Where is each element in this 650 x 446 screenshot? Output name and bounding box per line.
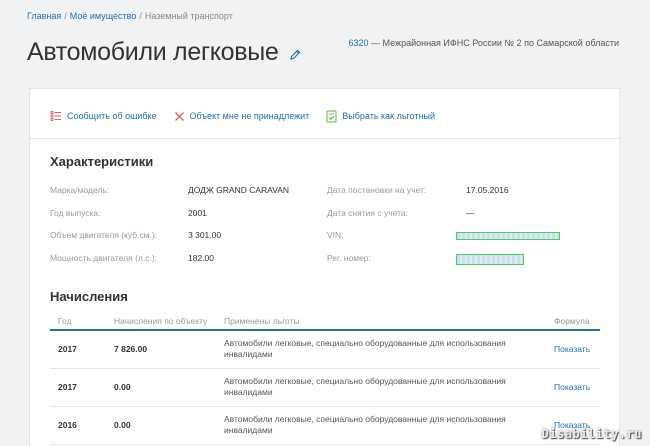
row-year: 2017 bbox=[50, 368, 106, 407]
breadcrumb-separator: / bbox=[64, 11, 67, 21]
row-amount: 7 826.00 bbox=[106, 330, 216, 369]
plate-label: Рег. номер: bbox=[327, 253, 371, 263]
vin-label: VIN: bbox=[327, 230, 344, 240]
page-title-text: Автомобили легковые bbox=[27, 38, 279, 66]
characteristics-title: Характеристики bbox=[50, 154, 154, 169]
table-row: 2017 7 826.00 Автомобили легковые, специ… bbox=[50, 330, 600, 369]
make-model-value: ДОДЖ GRAND CARAVAN bbox=[188, 185, 290, 195]
show-formula-link[interactable]: Показать bbox=[554, 382, 590, 392]
watermark: Disability.ru bbox=[541, 427, 642, 441]
table-row: 2017 0.00 Автомобили легковые, специальн… bbox=[50, 368, 600, 407]
choose-preferential-label: Выбрать как льготный bbox=[342, 111, 436, 121]
tax-office-code-link[interactable]: 6320 bbox=[349, 38, 369, 48]
accruals-table: Год Начисления по объекту Применены льго… bbox=[50, 313, 600, 445]
report-error-label: Сообщить об ошибке bbox=[67, 111, 157, 121]
plate-redacted-mask bbox=[456, 254, 524, 265]
dereg-date-value: — bbox=[466, 208, 475, 218]
tax-office-info: 6320 — Межрайонная ИФНС России № 2 по Са… bbox=[349, 38, 619, 48]
vehicle-card: Сообщить об ошибке Объект мне не принадл… bbox=[29, 88, 620, 446]
dereg-date-label: Дата снятия с учета: bbox=[327, 208, 408, 218]
accruals-header-row: Год Начисления по объекту Применены льго… bbox=[50, 313, 600, 331]
year-value: 2001 bbox=[188, 208, 207, 218]
row-benefit: Автомобили легковые, специально оборудов… bbox=[216, 368, 546, 407]
power-value: 182.00 bbox=[188, 253, 214, 263]
breadcrumb: Главная / Моё имущество / Наземный транспорт bbox=[27, 11, 233, 21]
column-header-amount: Начисления по объекту bbox=[106, 313, 216, 331]
not-mine-button[interactable]: Объект мне не принадлежит bbox=[174, 111, 310, 122]
pencil-icon[interactable] bbox=[289, 39, 302, 68]
close-icon bbox=[174, 111, 184, 121]
not-mine-label: Объект мне не принадлежит bbox=[189, 111, 310, 121]
reg-date-label: Дата постановки на учет: bbox=[327, 185, 427, 195]
column-header-year: Год bbox=[50, 313, 106, 331]
tax-office-name: — Межрайонная ИФНС России № 2 по Самарск… bbox=[368, 38, 619, 48]
engine-volume-label: Объем двигателя (куб.см.): bbox=[50, 230, 158, 240]
row-benefit: Автомобили легковые, специально оборудов… bbox=[216, 330, 546, 369]
vin-redacted-mask bbox=[456, 232, 560, 240]
accruals-title: Начисления bbox=[50, 289, 128, 304]
action-bar: Сообщить об ошибке Объект мне не принадл… bbox=[50, 109, 452, 123]
row-benefit: Автомобили легковые, специально оборудов… bbox=[216, 406, 546, 445]
row-year: 2017 bbox=[50, 330, 106, 369]
choose-preferential-button[interactable]: Выбрать как льготный bbox=[326, 110, 435, 123]
document-check-icon bbox=[326, 110, 337, 122]
breadcrumb-property[interactable]: Моё имущество bbox=[70, 11, 137, 21]
reg-date-value: 17.05.2016 bbox=[466, 185, 509, 195]
page-title: Автомобили легковые bbox=[27, 38, 302, 68]
show-formula-link[interactable]: Показать bbox=[554, 344, 590, 354]
make-model-label: Марка/модель: bbox=[50, 185, 110, 195]
action-divider bbox=[30, 138, 619, 139]
list-error-icon bbox=[50, 111, 61, 121]
power-label: Мощность двигателя (л.с.): bbox=[50, 253, 158, 263]
engine-volume-value: 3 301.00 bbox=[188, 230, 222, 240]
year-label: Год выпуска: bbox=[50, 208, 101, 218]
report-error-button[interactable]: Сообщить об ошибке bbox=[50, 110, 157, 122]
row-amount: 0.00 bbox=[106, 406, 216, 445]
row-year: 2016 bbox=[50, 406, 106, 445]
breadcrumb-home[interactable]: Главная bbox=[27, 11, 61, 21]
row-amount: 0.00 bbox=[106, 368, 216, 407]
table-row: 2016 0.00 Автомобили легковые, специальн… bbox=[50, 406, 600, 445]
column-header-formula: Формула bbox=[546, 313, 600, 331]
column-header-benefit: Применены льготы bbox=[216, 313, 546, 331]
breadcrumb-separator: / bbox=[139, 11, 142, 21]
breadcrumb-current: Наземный транспорт bbox=[144, 11, 233, 21]
